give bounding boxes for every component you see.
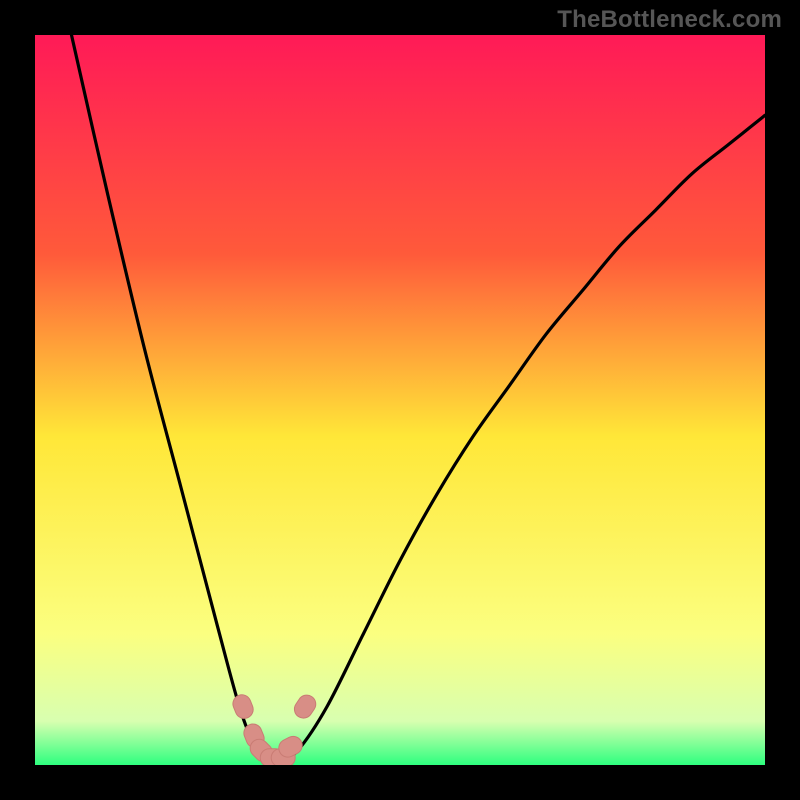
bottleneck-plot xyxy=(35,35,765,765)
watermark-text: TheBottleneck.com xyxy=(557,6,782,34)
chart-frame: TheBottleneck.com xyxy=(0,0,800,800)
gradient-bg xyxy=(35,35,765,765)
